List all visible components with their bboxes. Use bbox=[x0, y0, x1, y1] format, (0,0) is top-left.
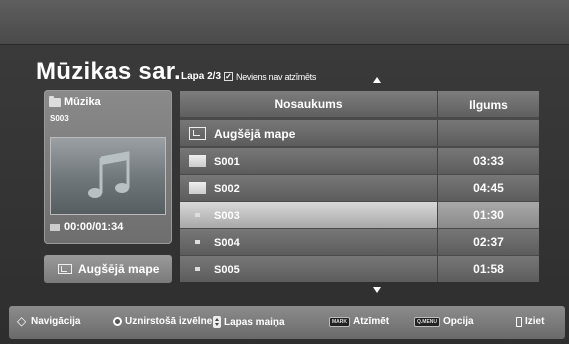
row-duration: 01:30 bbox=[438, 202, 539, 228]
list-row-s002[interactable]: S002 04:45 bbox=[180, 175, 539, 201]
row-name-cell: S003 bbox=[180, 202, 437, 228]
folder-icon bbox=[49, 95, 61, 107]
top-band bbox=[0, 0, 569, 44]
page-title: Mūzikas sar. bbox=[36, 58, 182, 85]
list-row-s001[interactable]: S001 03:33 bbox=[180, 148, 539, 174]
folder-icon bbox=[189, 182, 206, 194]
footer-exit-label: Iziet bbox=[525, 316, 545, 327]
parent-folder-icon bbox=[58, 264, 72, 274]
play-status-icon bbox=[50, 223, 60, 231]
parent-folder-icon bbox=[189, 127, 206, 140]
parent-folder-button[interactable]: Augšējā mape bbox=[44, 255, 172, 283]
footer-option: Q.MENU Opcija bbox=[414, 316, 474, 327]
row-name-cell: S004 bbox=[180, 229, 437, 255]
ok-button-icon bbox=[113, 317, 122, 326]
list-header: Nosaukums Ilgums bbox=[180, 91, 539, 117]
row-name: S003 bbox=[214, 210, 240, 222]
qmenu-key-icon: Q.MENU bbox=[414, 316, 440, 327]
page-number: Lapa 2/3 bbox=[181, 71, 222, 82]
footer-page-change: Lapas maiņa bbox=[213, 316, 285, 328]
list-row-s004[interactable]: S004 02:37 bbox=[180, 229, 539, 255]
row-name: S004 bbox=[214, 237, 240, 249]
top-divider bbox=[0, 44, 569, 45]
page-info: Lapa 2/3 ✓ Neviens nav atzīmēts bbox=[181, 71, 316, 82]
file-list: Nosaukums Ilgums Augšējā mape S001 03:33… bbox=[180, 91, 539, 282]
music-file-icon bbox=[195, 267, 200, 271]
playback-time: 00:00/01:34 bbox=[50, 221, 123, 233]
page-up-down-icon bbox=[213, 316, 221, 328]
row-name-cell: S005 bbox=[180, 256, 437, 282]
footer-exit: Iziet bbox=[516, 316, 544, 327]
row-name-cell: Augšējā mape bbox=[180, 120, 437, 146]
footer-option-label: Opcija bbox=[443, 316, 474, 327]
mark-key-icon: MARK bbox=[329, 316, 350, 327]
column-header-duration: Ilgums bbox=[469, 98, 508, 112]
album-art bbox=[50, 137, 166, 215]
row-duration: 03:33 bbox=[473, 154, 504, 168]
row-duration bbox=[438, 120, 539, 146]
row-duration: 04:45 bbox=[473, 181, 504, 195]
music-file-icon bbox=[195, 240, 200, 244]
playback-time-text: 00:00/01:34 bbox=[64, 221, 124, 233]
folder-icon bbox=[189, 155, 206, 167]
navigation-arrows-icon bbox=[17, 314, 28, 328]
music-note-icon bbox=[88, 151, 130, 198]
row-name: Augšējā mape bbox=[214, 127, 296, 141]
preview-panel: Mūzika S003 00:00/01:34 bbox=[44, 90, 172, 244]
checkbox-icon: ✓ bbox=[224, 72, 234, 81]
preview-folder-label: Mūzika bbox=[64, 96, 101, 108]
row-duration: 02:37 bbox=[473, 235, 504, 249]
row-name-cell: S001 bbox=[180, 148, 437, 174]
music-file-icon bbox=[195, 213, 200, 217]
list-row-s003-selected[interactable]: S003 01:30 bbox=[180, 202, 539, 228]
footer-navigation: Navigācija bbox=[17, 314, 81, 328]
list-row-parent-folder[interactable]: Augšējā mape bbox=[180, 120, 539, 146]
exit-key-icon bbox=[516, 316, 522, 327]
footer-navigation-label: Navigācija bbox=[31, 316, 81, 327]
column-header-name: Nosaukums bbox=[274, 97, 343, 111]
scroll-down-arrow-icon[interactable] bbox=[373, 287, 381, 293]
list-row-s005[interactable]: S005 01:58 bbox=[180, 256, 539, 282]
row-name: S001 bbox=[214, 156, 240, 168]
row-name: S005 bbox=[214, 264, 240, 276]
parent-folder-label: Augšējā mape bbox=[78, 262, 160, 276]
row-name: S002 bbox=[214, 183, 240, 195]
row-duration: 01:58 bbox=[473, 262, 504, 276]
footer-mark-label: Atzīmēt bbox=[353, 316, 390, 327]
footer-help-bar: Navigācija Uznirstošā izvēlne Lapas maiņ… bbox=[9, 306, 565, 339]
footer-popup-menu-label: Uznirstošā izvēlne bbox=[125, 316, 213, 327]
row-name-cell: S002 bbox=[180, 175, 437, 201]
footer-popup-menu: Uznirstošā izvēlne bbox=[113, 316, 212, 327]
footer-mark: MARK Atzīmēt bbox=[329, 316, 389, 327]
scroll-up-arrow-icon[interactable] bbox=[373, 77, 381, 83]
mark-status: Neviens nav atzīmēts bbox=[236, 71, 317, 82]
preview-file-name: S003 bbox=[50, 114, 69, 123]
preview-header: Mūzika bbox=[49, 95, 101, 108]
footer-page-change-label: Lapas maiņa bbox=[224, 316, 285, 328]
